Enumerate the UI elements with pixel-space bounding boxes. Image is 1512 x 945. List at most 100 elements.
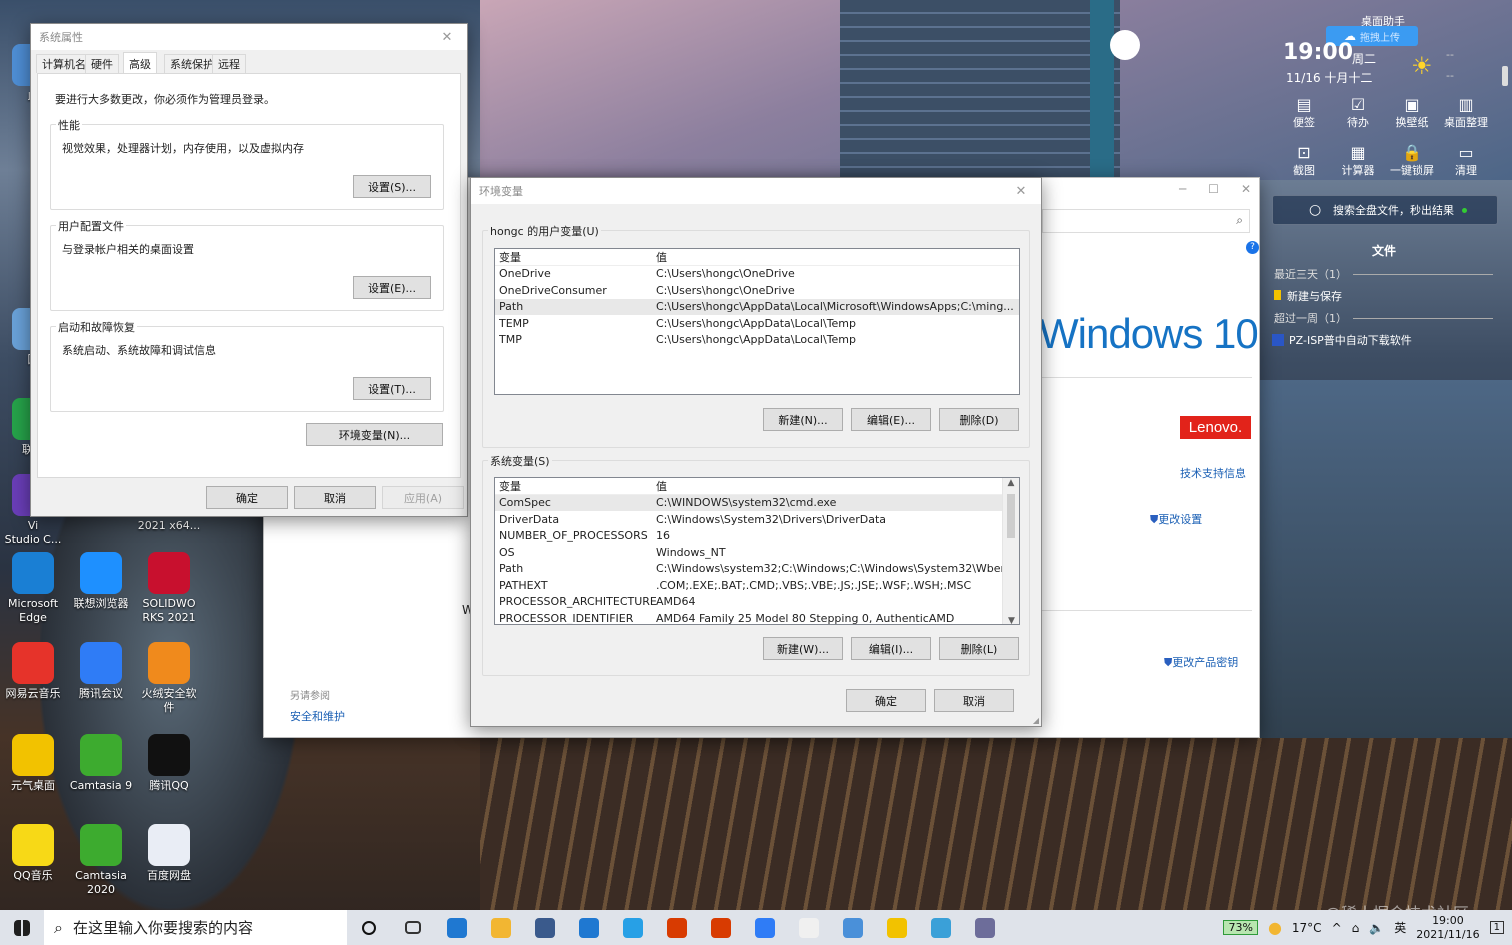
minimize-button[interactable]: ─ [1179, 182, 1186, 196]
taskbar-app-1[interactable] [479, 910, 523, 945]
scrollbar[interactable]: ▲ ▼ [1002, 478, 1019, 624]
start-button[interactable] [0, 910, 44, 945]
close-button[interactable]: ✕ [1241, 182, 1251, 196]
close-button[interactable]: ✕ [1009, 184, 1033, 199]
tab-0[interactable]: 计算机名 [36, 54, 92, 73]
profile-settings-button[interactable]: 设置(E)... [353, 276, 431, 299]
desktop-icon[interactable]: Camtasia 2020 [68, 824, 134, 897]
widget-tool-6[interactable]: 🔒 一键锁屏 [1384, 142, 1440, 177]
help-icon[interactable]: ? [1246, 241, 1259, 254]
desktop-icon[interactable]: 网易云音乐 [0, 642, 66, 701]
tab-1[interactable]: 硬件 [85, 54, 119, 73]
battery-indicator[interactable]: 73% [1223, 920, 1258, 935]
new-variable-button[interactable]: 新建(W)... [763, 637, 843, 660]
list-item[interactable]: PATHEXT .COM;.EXE;.BAT;.CMD;.VBS;.VBE;.JS… [495, 577, 1019, 594]
list-item[interactable]: PROCESSOR_ARCHITECTURE AMD64 [495, 594, 1019, 611]
list-item[interactable]: TMP C:\Users\hongc\AppData\Local\Temp [495, 332, 1019, 349]
scroll-down-icon[interactable]: ▼ [1003, 616, 1019, 624]
column-header-variable[interactable]: 变量 [499, 249, 656, 265]
taskbar-app-8[interactable] [787, 910, 831, 945]
taskbar-app-6[interactable] [699, 910, 743, 945]
recent-group[interactable]: 最近三天（1） [1274, 266, 1493, 282]
resize-grip-icon[interactable]: ◢ [1033, 716, 1039, 725]
change-settings-link[interactable]: ⛊更改设置 [1150, 511, 1202, 527]
volume-icon[interactable]: 🔈 [1369, 921, 1384, 935]
list-item[interactable]: OneDriveConsumer C:\Users\hongc\OneDrive [495, 282, 1019, 299]
desktop-icon[interactable]: Microsoft Edge [0, 552, 66, 625]
list-item[interactable]: OS Windows_NT [495, 544, 1019, 561]
list-item[interactable]: Path C:\Windows\system32;C:\Windows;C:\Wi… [495, 561, 1019, 578]
week-group[interactable]: 超过一周（1） [1274, 310, 1493, 326]
cat-icon[interactable] [1110, 30, 1140, 60]
system-variables-list[interactable]: 变量值 ComSpec C:\WINDOWS\system32\cmd.exe Dr… [494, 477, 1020, 625]
tray-chevron-icon[interactable]: ^ [1332, 921, 1342, 935]
list-item[interactable]: ComSpec C:\WINDOWS\system32\cmd.exe [495, 494, 1019, 511]
taskbar-app-2[interactable] [523, 910, 567, 945]
environment-variables-button[interactable]: 环境变量(N)... [306, 423, 443, 446]
column-header-value[interactable]: 值 [656, 478, 1019, 494]
list-item[interactable]: TEMP C:\Users\hongc\AppData\Local\Temp [495, 315, 1019, 332]
taskbar-app-11[interactable] [919, 910, 963, 945]
desktop-icon[interactable]: 腾讯QQ [136, 734, 202, 793]
desktop-icon[interactable]: 联想浏览器 [68, 552, 134, 611]
change-key-link[interactable]: ⛊更改产品密钥 [1164, 654, 1238, 670]
task-view-button[interactable] [391, 910, 435, 945]
support-info-link[interactable]: 技术支持信息 [1180, 465, 1246, 481]
cancel-button[interactable]: 取消 [934, 689, 1014, 712]
widget-tool-1[interactable]: ☑ 待办 [1330, 94, 1386, 129]
performance-settings-button[interactable]: 设置(S)... [353, 175, 431, 198]
new-variable-button[interactable]: 新建(N)... [763, 408, 843, 431]
delete-variable-button[interactable]: 删除(D) [939, 408, 1019, 431]
desktop-icon[interactable]: 火绒安全软 件 [136, 642, 202, 715]
widget-tool-4[interactable]: ⊡ 截图 [1276, 142, 1332, 177]
taskbar-app-0[interactable] [435, 910, 479, 945]
cancel-button[interactable]: 取消 [294, 486, 376, 509]
edit-variable-button[interactable]: 编辑(I)... [851, 637, 931, 660]
tab-2[interactable]: 高级 [123, 52, 157, 74]
network-icon[interactable]: ⌂ [1352, 921, 1360, 935]
scroll-up-icon[interactable]: ▲ [1003, 478, 1019, 492]
desktop-icon[interactable]: 元气桌面 [0, 734, 66, 793]
widget-tool-3[interactable]: ▥ 桌面整理 [1438, 94, 1494, 129]
widget-tool-5[interactable]: ▦ 计算器 [1330, 142, 1386, 177]
weather-temp[interactable]: 17°C [1292, 921, 1322, 935]
desktop-icon[interactable]: QQ音乐 [0, 824, 66, 883]
taskbar-app-4[interactable] [611, 910, 655, 945]
close-widget-icon[interactable] [1502, 66, 1508, 86]
cortana-button[interactable] [347, 910, 391, 945]
taskbar-app-9[interactable] [831, 910, 875, 945]
desktop-icon[interactable]: 腾讯会议 [68, 642, 134, 701]
ok-button[interactable]: 确定 [206, 486, 288, 509]
startup-settings-button[interactable]: 设置(T)... [353, 377, 431, 400]
tab-4[interactable]: 远程 [212, 54, 246, 73]
file-item[interactable]: 新建与保存 [1274, 288, 1342, 304]
taskbar-search[interactable]: ⌕ 在这里输入你要搜索的内容 [44, 910, 347, 945]
desktop-icon[interactable]: 百度网盘 [136, 824, 202, 883]
file-search-box[interactable]: ○ 搜索全盘文件，秒出结果 [1272, 195, 1498, 225]
ime-indicator[interactable]: 英 [1394, 919, 1406, 936]
edit-variable-button[interactable]: 编辑(E)... [851, 408, 931, 431]
list-item[interactable]: Path C:\Users\hongc\AppData\Local\Microso… [495, 298, 1019, 315]
column-header-variable[interactable]: 变量 [499, 478, 656, 494]
user-variables-list[interactable]: 变量值 OneDrive C:\Users\hongc\OneDrive OneDr… [494, 248, 1020, 395]
list-item[interactable]: OneDrive C:\Users\hongc\OneDrive [495, 266, 1019, 283]
taskbar-app-3[interactable] [567, 910, 611, 945]
widget-tool-0[interactable]: ▤ 便签 [1276, 94, 1332, 129]
widget-tool-7[interactable]: ▭ 清理 [1438, 142, 1494, 177]
ok-button[interactable]: 确定 [846, 689, 926, 712]
delete-variable-button[interactable]: 删除(L) [939, 637, 1019, 660]
desktop-icon[interactable]: Camtasia 9 [68, 734, 134, 793]
desktop-icon[interactable]: SOLIDWO RKS 2021 [136, 552, 202, 625]
about-search-box[interactable]: ⌕ [1042, 209, 1250, 233]
close-button[interactable]: ✕ [435, 30, 459, 45]
widget-tool-2[interactable]: ▣ 换壁纸 [1384, 94, 1440, 129]
scroll-thumb[interactable] [1007, 494, 1015, 538]
list-item[interactable]: NUMBER_OF_PROCESSORS 16 [495, 528, 1019, 545]
taskbar-app-10[interactable] [875, 910, 919, 945]
maximize-button[interactable]: ☐ [1208, 182, 1219, 196]
taskbar-app-7[interactable] [743, 910, 787, 945]
notification-icon[interactable]: 1 [1489, 921, 1504, 934]
file-item[interactable]: PZ-ISP普中自动下载软件 [1272, 332, 1412, 348]
security-link[interactable]: 安全和维护 [290, 708, 345, 724]
taskbar-app-5[interactable] [655, 910, 699, 945]
